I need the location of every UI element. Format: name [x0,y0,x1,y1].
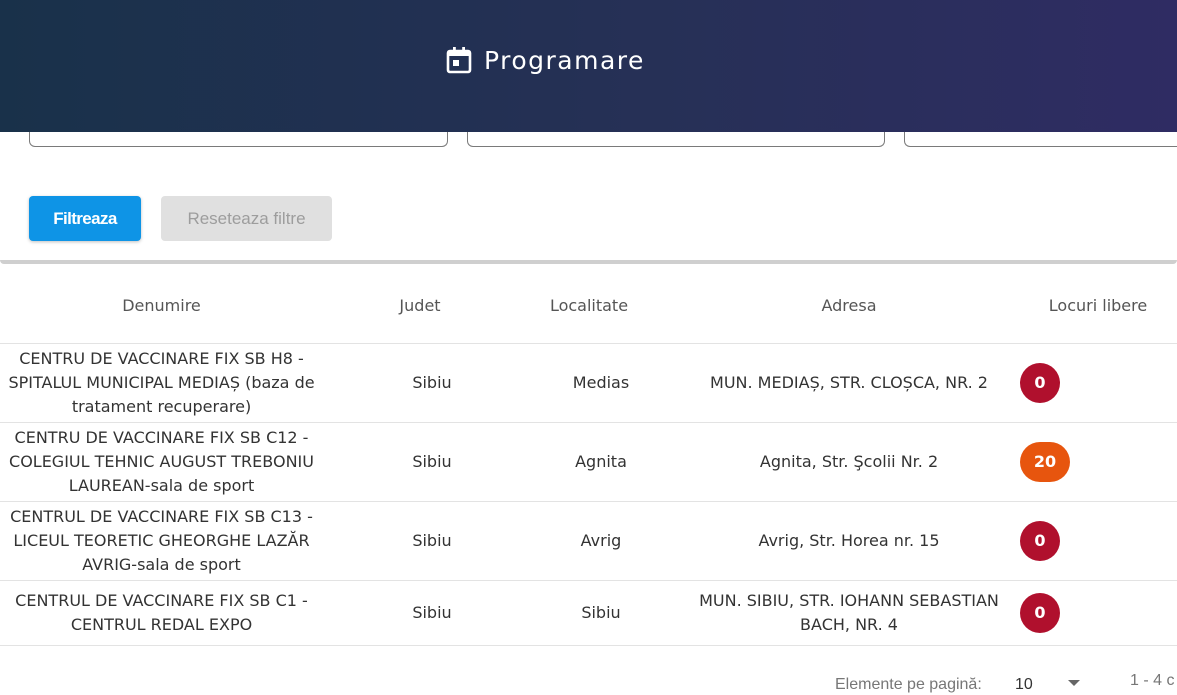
paginator: Elemente pe pagină: 10 1 - 4 c [0,672,1177,695]
cell-denumire: CENTRUL DE VACCINARE FIX SB C13 - LICEUL… [10,507,313,574]
free-slots-badge: 0 [1020,363,1060,403]
cell-locuri-libere: 20 [1020,423,1160,501]
cell-locuri-libere: 0 [1020,502,1160,580]
table-row[interactable]: CENTRU DE VACCINARE FIX SB H8 - SPITALUL… [0,344,1177,423]
table-row[interactable]: CENTRUL DE VACCINARE FIX SB C13 - LICEUL… [0,502,1177,581]
cell-denumire: CENTRU DE VACCINARE FIX SB C12 - COLEGIU… [9,428,314,495]
dropdown-arrow-icon[interactable] [1068,680,1080,686]
column-header-judet[interactable]: Judet [360,268,480,343]
filter-button[interactable]: Filtreaza [29,196,141,241]
table-row[interactable]: CENTRUL DE VACCINARE FIX SB C1 - CENTRUL… [0,581,1177,646]
centers-table: Denumire Judet Localitate Adresa Locuri … [0,268,1177,646]
calendar-icon [446,47,472,74]
page-range-label: 1 - 4 c [1130,672,1175,689]
column-header-localitate[interactable]: Localitate [528,268,650,343]
cell-adresa: MUN. SIBIU, STR. IOHANN SEBASTIAN BACH, … [699,591,999,634]
reset-filters-button[interactable]: Reseteaza filtre [161,196,332,241]
cell-locuri-libere: 0 [1020,344,1160,422]
column-header-denumire[interactable]: Denumire [0,268,323,343]
cell-judet: Sibiu [412,452,452,471]
cell-localitate: Sibiu [581,603,621,622]
cell-adresa: Agnita, Str. Şcolii Nr. 2 [759,452,939,471]
free-slots-badge: 0 [1020,593,1060,633]
cell-judet: Sibiu [412,373,452,392]
cell-judet: Sibiu [412,603,452,622]
filter-field-1[interactable] [29,130,448,147]
cell-localitate: Medias [572,373,630,392]
table-row[interactable]: CENTRU DE VACCINARE FIX SB C12 - COLEGIU… [0,423,1177,502]
column-header-adresa[interactable]: Adresa [698,268,1000,343]
filter-field-3[interactable] [904,130,1177,147]
free-slots-badge: 20 [1020,442,1070,482]
cell-denumire: CENTRU DE VACCINARE FIX SB H8 - SPITALUL… [8,349,315,416]
cell-localitate: Avrig [580,531,622,550]
page-size-select[interactable]: 10 [1015,676,1033,694]
cell-localitate: Agnita [575,452,627,471]
filter-field-2[interactable] [467,130,885,147]
page-size-label: Elemente pe pagină: [835,676,982,693]
cell-denumire: CENTRUL DE VACCINARE FIX SB C1 - CENTRUL… [15,591,308,634]
app-header: Programare [0,0,1177,132]
cell-adresa: Avrig, Str. Horea nr. 15 [758,531,940,550]
table-header: Denumire Judet Localitate Adresa Locuri … [0,268,1177,344]
page-title: Programare [484,45,645,75]
free-slots-badge: 0 [1020,521,1060,561]
column-header-locuri-libere[interactable]: Locuri libere [1030,268,1166,343]
cell-adresa: MUN. MEDIAȘ, STR. CLOȘCA, NR. 2 [710,373,988,392]
cell-locuri-libere: 0 [1020,581,1160,645]
header-title-group: Programare [446,44,645,76]
cell-judet: Sibiu [412,531,452,550]
